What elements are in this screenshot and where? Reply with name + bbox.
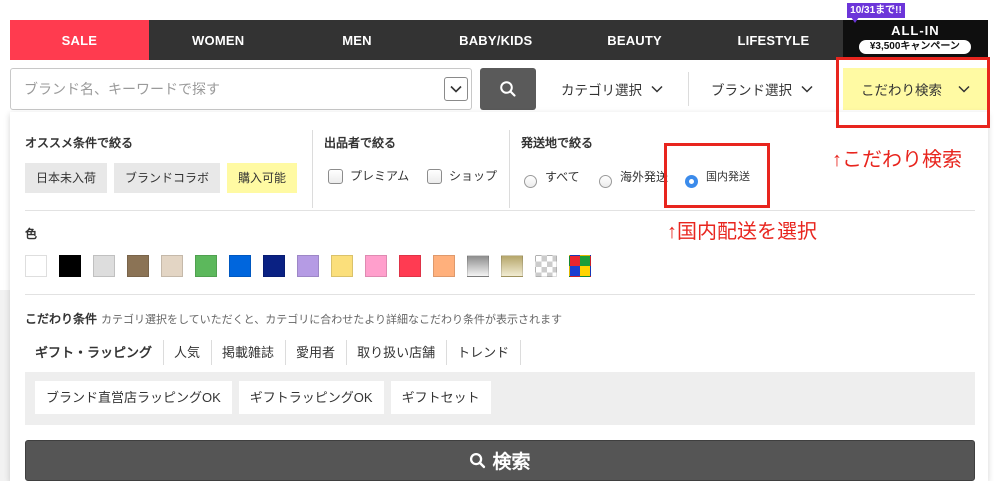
tab-trend[interactable]: トレンド: [447, 340, 522, 365]
color-swatch[interactable]: [535, 255, 557, 277]
search-icon: [500, 81, 516, 97]
recommended-heading: オススメ条件で絞る: [25, 136, 134, 150]
nav-tab-women[interactable]: WOMEN: [149, 20, 288, 60]
tab-celebrity-users[interactable]: 愛用者: [286, 340, 348, 365]
category-select[interactable]: カテゴリ選択: [561, 68, 663, 110]
color-swatch[interactable]: [263, 255, 285, 277]
kodawari-heading: こだわり条件: [25, 312, 98, 326]
category-select-label: カテゴリ選択: [561, 83, 642, 98]
checkbox-shop-label[interactable]: ショップ: [449, 169, 497, 184]
promo-badge-tail: [851, 17, 859, 23]
chip-brand-collab[interactable]: ブランドコラボ: [114, 163, 221, 193]
checkbox-premium-label[interactable]: プレミアム: [350, 169, 409, 184]
color-swatch[interactable]: [229, 255, 251, 277]
brand-select[interactable]: ブランド選択: [711, 68, 813, 110]
chevron-down-icon: [450, 85, 462, 93]
nav-tab-baby-kids[interactable]: BABY/KIDS: [426, 20, 565, 60]
divider: [25, 294, 975, 295]
kodawari-heading-row: こだわり条件 カテゴリ選択をしていただくと、カテゴリに合わせたより詳細なこだわり…: [25, 311, 562, 327]
annotation-text-domestic: ↑国内配送を選択: [667, 221, 817, 243]
submit-search-button[interactable]: 検索: [25, 440, 975, 481]
kodawari-tabs: ギフト・ラッピング 人気 掲載雑誌 愛用者 取り扱い店舗 トレンド: [25, 340, 522, 365]
nav-tab-beauty[interactable]: BEAUTY: [565, 20, 704, 60]
submit-search-label: 検索: [492, 452, 531, 473]
promo-title: ALL-IN: [891, 23, 940, 38]
color-swatch[interactable]: [59, 255, 81, 277]
search-box: [10, 68, 472, 110]
radio-overseas-label[interactable]: 海外発送: [620, 170, 668, 185]
kodawari-options: ブランド直営店ラッピングOK ギフトラッピングOK ギフトセット: [25, 372, 975, 425]
promo-deadline-badge: 10/31まで!!: [847, 3, 905, 18]
checkbox-premium[interactable]: [328, 169, 343, 184]
color-swatches: [25, 255, 591, 277]
color-swatch[interactable]: [93, 255, 115, 277]
shipping-heading: 発送地で絞る: [521, 136, 594, 150]
annotation-text-kodawari: ↑こだわり検索: [832, 149, 962, 171]
color-swatch[interactable]: [297, 255, 319, 277]
tab-magazine[interactable]: 掲載雑誌: [212, 340, 287, 365]
annotation-box-domestic: [664, 143, 770, 208]
chevron-down-icon: [801, 85, 813, 93]
recommended-chips: 日本未入荷 ブランドコラボ 購入可能: [25, 163, 298, 193]
option-gift-set[interactable]: ギフトセット: [390, 381, 491, 414]
seller-heading: 出品者で絞る: [324, 136, 397, 150]
color-swatch[interactable]: [501, 255, 523, 277]
checkbox-shop[interactable]: [427, 169, 442, 184]
promo-all-in-banner[interactable]: ALL-IN ¥3,500キャンペーン: [842, 20, 988, 60]
nav-tab-lifestyle[interactable]: LIFESTYLE: [704, 20, 843, 60]
annotation-box-kodawari: [836, 57, 990, 128]
search-button[interactable]: [480, 68, 536, 110]
radio-all[interactable]: [524, 175, 537, 188]
color-swatch[interactable]: [569, 255, 591, 277]
color-swatch[interactable]: [195, 255, 217, 277]
color-swatch[interactable]: [433, 255, 455, 277]
tab-popular[interactable]: 人気: [164, 340, 213, 365]
color-swatch[interactable]: [25, 255, 47, 277]
nav-tab-sale[interactable]: SALE: [10, 20, 149, 60]
divider: [312, 130, 313, 208]
chip-purchasable[interactable]: 購入可能: [227, 163, 298, 193]
search-icon: [470, 452, 486, 469]
divider: [688, 72, 689, 106]
search-suggest-toggle[interactable]: [444, 77, 468, 101]
radio-overseas[interactable]: [599, 175, 612, 188]
divider: [25, 210, 975, 211]
color-swatch[interactable]: [161, 255, 183, 277]
main-nav: SALE WOMEN MEN BABY/KIDS BEAUTY LIFESTYL…: [10, 20, 988, 60]
color-swatch[interactable]: [467, 255, 489, 277]
nav-tab-men[interactable]: MEN: [288, 20, 427, 60]
search-input[interactable]: [11, 69, 439, 109]
chevron-down-icon: [651, 85, 663, 93]
color-swatch[interactable]: [365, 255, 387, 277]
color-swatch[interactable]: [399, 255, 421, 277]
brand-select-label: ブランド選択: [711, 83, 792, 98]
color-heading: 色: [25, 227, 38, 241]
kodawari-hint: カテゴリ選択をしていただくと、カテゴリに合わせたより詳細なこだわり条件が表示され…: [101, 314, 563, 326]
option-gift-wrapping[interactable]: ギフトラッピングOK: [238, 381, 384, 414]
promo-campaign-pill: ¥3,500キャンペーン: [858, 40, 971, 54]
color-swatch[interactable]: [127, 255, 149, 277]
divider: [509, 130, 510, 208]
radio-all-label[interactable]: すべて: [545, 170, 580, 185]
option-brand-store-wrapping[interactable]: ブランド直営店ラッピングOK: [35, 381, 232, 414]
tab-gift-wrapping[interactable]: ギフト・ラッピング: [25, 340, 165, 365]
tab-stores[interactable]: 取り扱い店舗: [347, 340, 448, 365]
page-background-strip: [0, 290, 10, 481]
color-swatch[interactable]: [331, 255, 353, 277]
chip-not-in-japan[interactable]: 日本未入荷: [25, 163, 108, 193]
